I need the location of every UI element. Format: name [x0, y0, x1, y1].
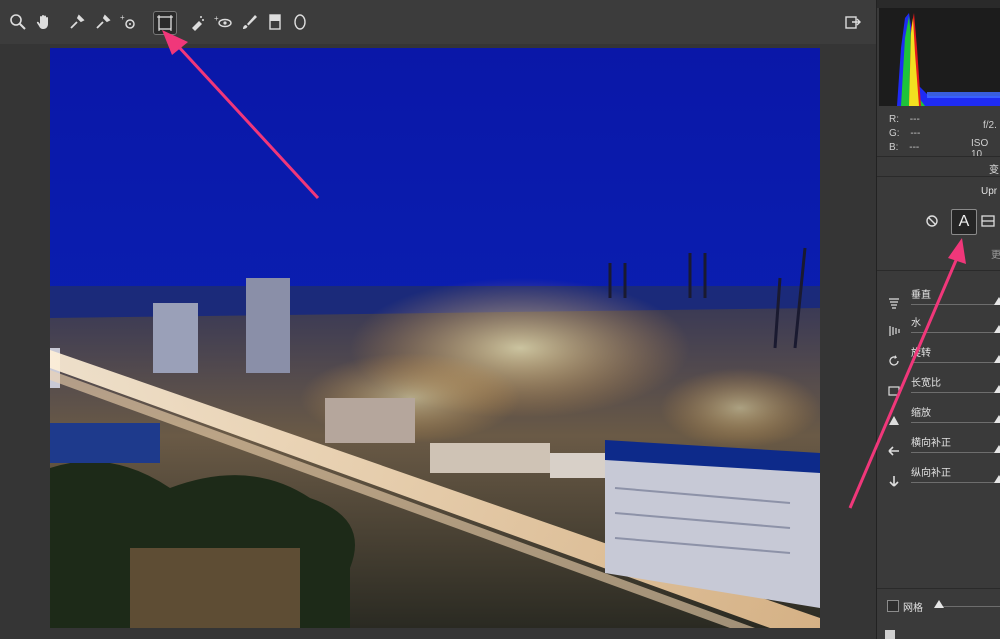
svg-text:+: + [214, 14, 219, 23]
hand-icon[interactable] [33, 11, 55, 33]
aspect-icon [887, 384, 901, 398]
slider-label: 缩放 [911, 408, 931, 419]
slider-track[interactable] [911, 482, 1000, 483]
eyedropper-icon[interactable] [66, 11, 88, 33]
histogram [879, 8, 1000, 106]
slider-label: 旋转 [911, 348, 931, 359]
right-panel: R: --- G: --- B: --- f/2. ISO 10 变 Upr A… [876, 0, 1000, 639]
upright-auto-glyph: A [958, 213, 970, 230]
night-port-photo [50, 48, 820, 628]
horizontal-icon [887, 324, 901, 338]
zoom-icon[interactable] [7, 11, 29, 33]
slider-label: 垂直 [911, 290, 931, 301]
slider-label: 横向补正 [911, 438, 951, 449]
slider-thumb[interactable] [994, 475, 1000, 483]
graduated-filter-icon[interactable] [264, 11, 286, 33]
grid-slider-thumb[interactable] [934, 600, 944, 608]
slider-thumb[interactable] [994, 445, 1000, 453]
export-icon[interactable] [842, 11, 864, 33]
divider [877, 588, 1000, 589]
vertical-icon [887, 296, 901, 310]
toolbar: + + + [0, 0, 876, 45]
target-adjust-icon[interactable]: + [118, 11, 140, 33]
r-label: R: [889, 114, 899, 125]
x-offset-icon [887, 444, 901, 458]
slider-thumb[interactable] [994, 325, 1000, 333]
b-label: B: [889, 142, 899, 153]
slider-label: 长宽比 [911, 378, 941, 389]
g-label: G: [889, 128, 900, 139]
divider [877, 156, 1000, 157]
spot-removal-icon[interactable] [186, 11, 208, 33]
panel-section-title: 变 [989, 165, 999, 176]
red-eye-icon[interactable]: + [212, 11, 234, 33]
slider-track[interactable] [911, 422, 1000, 423]
brush-icon[interactable] [238, 11, 260, 33]
b-value: --- [909, 142, 920, 153]
bottom-checkbox[interactable] [885, 630, 895, 639]
slider-thumb[interactable] [994, 415, 1000, 423]
upright-level-icon[interactable] [981, 214, 995, 228]
upright-off-icon[interactable] [925, 214, 939, 228]
slider-label: 水 [911, 318, 921, 329]
upright-auto-button[interactable]: A [951, 209, 977, 235]
slider-track[interactable] [911, 452, 1000, 453]
upright-label: Upr [981, 186, 998, 197]
slider-thumb[interactable] [994, 355, 1000, 363]
grid-label: 网格 [903, 603, 923, 614]
grid-slider-track[interactable] [937, 606, 1000, 607]
r-value: --- [909, 114, 920, 125]
svg-text:+: + [103, 15, 107, 22]
g-readout: G: --- [889, 128, 920, 139]
rotate-icon [887, 354, 901, 368]
r-readout: R: --- [889, 114, 920, 125]
g-value: --- [910, 128, 921, 139]
divider [877, 176, 1000, 177]
y-offset-icon [887, 474, 901, 488]
aperture-value: f/2. [983, 120, 997, 131]
scale-icon [887, 414, 901, 428]
grid-checkbox[interactable] [887, 600, 899, 612]
slider-thumb[interactable] [994, 385, 1000, 393]
slider-track[interactable] [911, 392, 1000, 393]
b-readout: B: --- [889, 142, 919, 153]
slider-track[interactable] [911, 362, 1000, 363]
slider-label: 纵向补正 [911, 468, 951, 479]
svg-text:+: + [120, 13, 125, 22]
divider [877, 270, 1000, 271]
slider-track[interactable] [911, 304, 1000, 305]
photo-preview[interactable] [50, 48, 820, 628]
radial-filter-icon[interactable] [289, 11, 311, 33]
color-sampler-icon[interactable]: + [92, 11, 114, 33]
slider-thumb[interactable] [994, 297, 1000, 305]
transform-icon[interactable] [153, 11, 177, 35]
more-label[interactable]: 更 [991, 246, 1000, 261]
slider-track[interactable] [911, 332, 1000, 333]
